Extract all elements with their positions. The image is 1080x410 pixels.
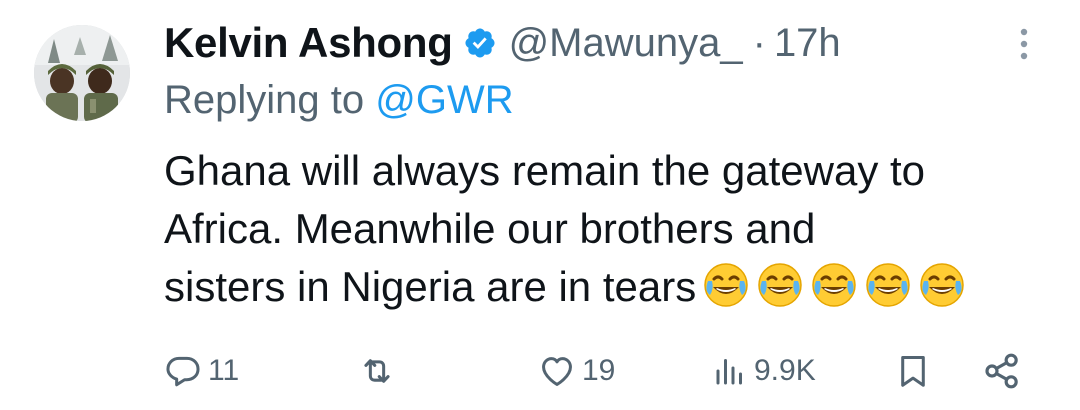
avatar[interactable] xyxy=(34,25,130,121)
reply-count: 11 xyxy=(208,354,240,387)
more-icon[interactable] xyxy=(1014,24,1034,64)
verified-badge-icon xyxy=(463,26,497,60)
tears-of-joy-emoji-icon xyxy=(864,261,912,309)
tweet-text-line: Ghana will always remain the gateway to xyxy=(164,147,926,194)
tears-of-joy-emoji-icon xyxy=(756,261,804,309)
emoji-group xyxy=(702,261,972,309)
tears-of-joy-emoji-icon xyxy=(810,261,858,309)
tweet-text: Ghana will always remain the gateway to … xyxy=(164,142,1064,316)
reply-mention-link[interactable]: @GWR xyxy=(375,78,513,122)
like-count: 19 xyxy=(582,354,616,387)
views-button[interactable]: 9.9K xyxy=(712,346,816,396)
tweet-text-line: sisters in Nigeria are in tears xyxy=(164,258,1064,316)
tweet-text-line: Africa. Meanwhile our brothers and xyxy=(164,205,816,252)
replying-to-line: Replying to @GWR xyxy=(164,74,514,126)
like-icon xyxy=(538,352,576,390)
reply-icon xyxy=(164,352,202,390)
views-icon xyxy=(712,352,748,390)
avatar-photo xyxy=(34,25,130,121)
share-button[interactable] xyxy=(982,346,1022,396)
separator-dot: · xyxy=(752,20,766,65)
tears-of-joy-emoji-icon xyxy=(918,261,966,309)
action-bar: 11 19 9.9K xyxy=(164,346,1044,396)
user-handle[interactable]: @Mawunya_ xyxy=(509,21,743,66)
tears-of-joy-emoji-icon xyxy=(702,261,750,309)
retweet-icon xyxy=(356,352,398,390)
reply-button[interactable]: 11 xyxy=(164,346,239,396)
share-icon xyxy=(982,351,1022,391)
tweet-card[interactable]: Kelvin Ashong @Mawunya_ · 17h Replying t… xyxy=(0,0,1080,410)
tweet-header: Kelvin Ashong @Mawunya_ · 17h xyxy=(164,14,841,72)
like-button[interactable]: 19 xyxy=(538,346,615,396)
replying-to-label: Replying to xyxy=(164,78,365,122)
tweet-text-line-content: sisters in Nigeria are in tears xyxy=(164,263,697,310)
bookmark-icon xyxy=(894,351,932,391)
retweet-button[interactable] xyxy=(356,346,398,396)
display-name[interactable]: Kelvin Ashong xyxy=(164,19,453,67)
views-count: 9.9K xyxy=(754,354,816,387)
bookmark-button[interactable] xyxy=(894,346,932,396)
timestamp[interactable]: 17h xyxy=(774,21,841,66)
